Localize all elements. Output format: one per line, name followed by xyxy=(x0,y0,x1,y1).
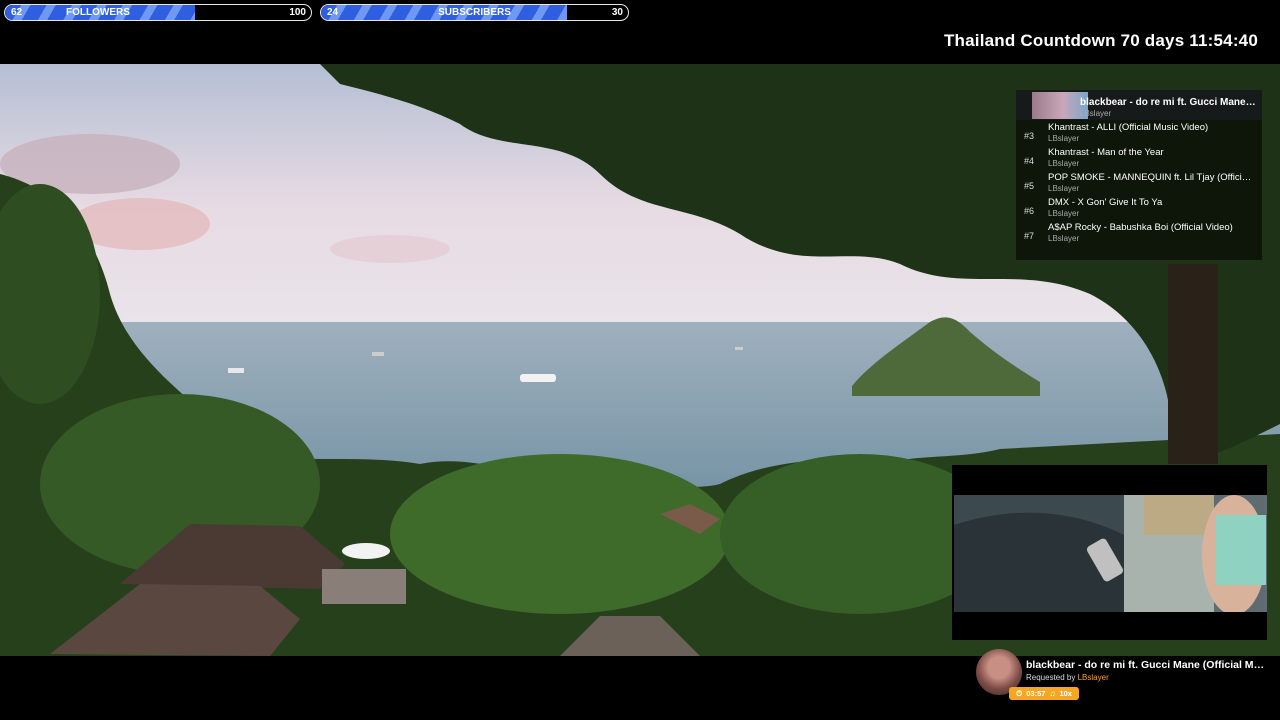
now-playing-badge: ⏱ 03:57 ♫ 10x xyxy=(1009,687,1079,700)
followers-target: 100 xyxy=(289,7,306,18)
music-note-icon: ♫ xyxy=(1049,689,1056,698)
queue-title: POP SMOKE - MANNEQUIN ft. Lil Tjay (Offi… xyxy=(1048,172,1256,183)
queue-requester: LBslayer xyxy=(1048,184,1080,193)
queue-current-item: blackbear - do re mi ft. Gucci Mane (Off… xyxy=(1016,90,1262,120)
queue-item: #3 Khantrast - ALLI (Official Music Vide… xyxy=(1016,122,1262,147)
subscribers-goal-bar: 24 SUBSCRIBERS 30 xyxy=(320,4,629,21)
music-video-player[interactable] xyxy=(952,465,1267,640)
queue-current-title: blackbear - do re mi ft. Gucci Mane (Off… xyxy=(1080,97,1256,108)
queue-requester: LBslayer xyxy=(1048,159,1080,168)
followers-goal-bar: 62 FOLLOWERS 100 xyxy=(4,4,312,21)
queue-item: #5 POP SMOKE - MANNEQUIN ft. Lil Tjay (O… xyxy=(1016,172,1262,197)
now-playing-requested-by: Requested by LBslayer xyxy=(1026,673,1109,682)
clock-icon: ⏱ xyxy=(1016,688,1023,698)
queue-title: Khantrast - Man of the Year xyxy=(1048,147,1164,158)
countdown-text: Thailand Countdown 70 days 11:54:40 xyxy=(943,31,1258,50)
queue-item: #6 DMX - X Gon' Give It To Ya LBslayer xyxy=(1016,197,1262,222)
music-video-frame xyxy=(954,495,1267,612)
queue-title: Khantrast - ALLI (Official Music Video) xyxy=(1048,122,1209,133)
queue-rank: #5 xyxy=(1024,181,1035,191)
song-queue: blackbear - do re mi ft. Gucci Mane (Off… xyxy=(1016,90,1262,260)
now-playing-title: blackbear - do re mi ft. Gucci Mane (Off… xyxy=(1026,659,1270,671)
queue-current-requester: LBslayer xyxy=(1080,109,1112,118)
queue-rank: #4 xyxy=(1024,156,1035,166)
subscribers-label: SUBSCRIBERS xyxy=(438,7,511,18)
queue-item: #7 A$AP Rocky - Babushka Boi (Official V… xyxy=(1016,222,1262,247)
queue-title: A$AP Rocky - Babushka Boi (Official Vide… xyxy=(1048,222,1233,233)
requester-name: LBslayer xyxy=(1077,673,1109,682)
subscribers-target: 30 xyxy=(611,7,623,18)
queue-title: DMX - X Gon' Give It To Ya xyxy=(1048,197,1163,208)
volume-value: 10x xyxy=(1059,689,1072,698)
followers-label: FOLLOWERS xyxy=(66,7,130,18)
queue-rank: #3 xyxy=(1024,131,1035,141)
queue-rank: #6 xyxy=(1024,206,1035,216)
queue-requester: LBslayer xyxy=(1048,234,1080,243)
queue-requester: LBslayer xyxy=(1048,209,1080,218)
queue-requester: LBslayer xyxy=(1048,134,1080,143)
queue-rank: #7 xyxy=(1024,231,1035,241)
requested-by-label: Requested by xyxy=(1026,673,1076,682)
queue-item: #4 Khantrast - Man of the Year LBslayer xyxy=(1016,147,1262,172)
duration-value: 03:57 xyxy=(1026,689,1046,698)
